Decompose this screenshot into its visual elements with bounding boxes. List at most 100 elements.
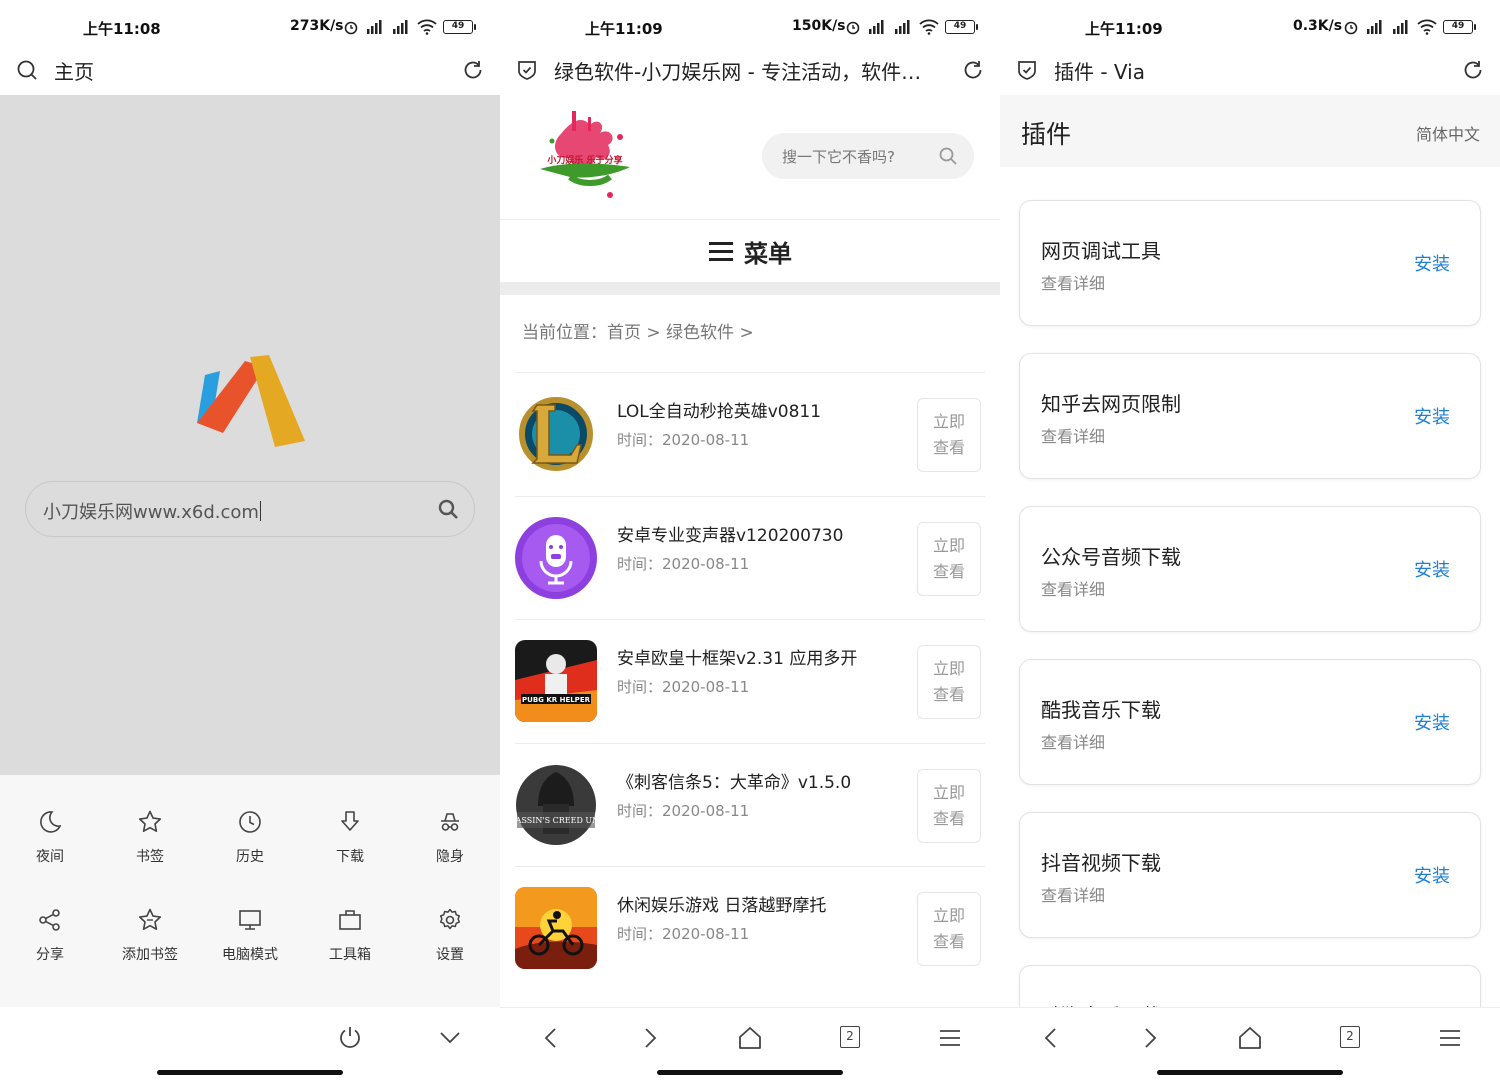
site-menu-toggle[interactable]: 菜单: [500, 220, 1000, 282]
plugin-card[interactable]: 知乎去网页限制 查看详细 安装: [1019, 353, 1481, 479]
list-item[interactable]: LOL全自动秒抢英雄v0811 时间：2020-08-11 立即 查看: [515, 372, 985, 496]
forward-icon[interactable]: [1136, 1024, 1164, 1052]
reload-icon[interactable]: [1461, 58, 1485, 82]
gesture-bar[interactable]: [1157, 1070, 1343, 1075]
list-item[interactable]: 休闲娱乐游戏 日落越野摩托 时间：2020-08-11 立即 查看: [515, 866, 985, 990]
home-search-field[interactable]: 小刀娱乐网www.x6d.com: [25, 481, 475, 537]
item-title[interactable]: LOL全自动秒抢英雄v0811: [617, 397, 821, 422]
list-item[interactable]: ASSASSIN'S CREED UNITY 《刺客信条5：大革命》v1.5.0…: [515, 742, 985, 867]
gesture-bar[interactable]: [157, 1070, 343, 1075]
menu-label: 隐身: [436, 849, 464, 865]
button-label: 立即: [932, 535, 965, 555]
view-now-button[interactable]: 立即 查看: [917, 521, 981, 596]
view-details-link[interactable]: 查看详细: [1041, 729, 1105, 753]
back-icon[interactable]: [1037, 1024, 1065, 1052]
item-title[interactable]: 安卓欧皇十框架v2.31 应用多开: [617, 644, 857, 669]
plugins-panel: 上午11:09 0.3K/s 49 插件 - Via 插件 简体中文 网页调试工…: [1000, 0, 1500, 1083]
menu-icon[interactable]: [936, 1024, 964, 1052]
app-thumbnail[interactable]: PUBG KR HELPER: [515, 640, 597, 722]
app-thumbnail[interactable]: ASSASSIN'S CREED UNITY: [515, 763, 597, 846]
item-title[interactable]: 《刺客信条5：大革命》v1.5.0: [617, 768, 851, 793]
menu-desktop-mode[interactable]: 电脑模式: [200, 907, 300, 965]
menu-icon[interactable]: [1436, 1024, 1464, 1052]
alarm-icon: [846, 21, 860, 35]
menu-bookmarks[interactable]: 书签: [100, 809, 200, 867]
menu-night-mode[interactable]: 夜间: [0, 809, 100, 867]
page-title[interactable]: 主页: [54, 56, 439, 85]
address-bar[interactable]: 主页: [0, 50, 500, 95]
menu-share[interactable]: 分享: [0, 907, 100, 965]
address-bar[interactable]: 插件 - Via: [1000, 50, 1500, 95]
view-details-link[interactable]: 查看详细: [1041, 270, 1105, 294]
app-thumbnail[interactable]: [515, 887, 597, 969]
plugin-name: 公众号音频下载: [1041, 545, 1181, 569]
menu-history[interactable]: 历史: [200, 809, 300, 867]
search-icon[interactable]: [938, 146, 958, 166]
plugin-card[interactable]: 酷我音乐下载 查看详细 安装: [1019, 659, 1481, 785]
search-icon[interactable]: [437, 498, 459, 520]
power-icon[interactable]: [337, 1024, 363, 1050]
plugin-card[interactable]: 抖音视频下载 查看详细 安装: [1019, 812, 1481, 938]
home-icon[interactable]: [1236, 1024, 1264, 1052]
tabs-button[interactable]: 2: [1340, 1026, 1360, 1048]
install-button[interactable]: 安装: [1414, 250, 1450, 276]
back-icon[interactable]: [537, 1024, 565, 1052]
plugin-list: 网页调试工具 查看详细 安装 知乎去网页限制 查看详细 安装 公众号音频下载 查…: [1019, 200, 1481, 1083]
chevron-down-icon[interactable]: [437, 1024, 463, 1050]
tabs-button[interactable]: 2: [840, 1026, 860, 1048]
home-icon[interactable]: [736, 1024, 764, 1052]
assassins-creed-icon: ASSASSIN'S CREED UNITY: [515, 763, 597, 846]
gesture-bar[interactable]: [657, 1070, 843, 1075]
menu-incognito[interactable]: 隐身: [400, 809, 500, 867]
button-label: 查看: [932, 808, 965, 828]
language-selector[interactable]: 简体中文: [1416, 121, 1480, 145]
forward-icon[interactable]: [636, 1024, 664, 1052]
view-details-link[interactable]: 查看详细: [1041, 576, 1105, 600]
breadcrumb[interactable]: 当前位置：首页 > 绿色软件 >: [522, 318, 754, 343]
view-now-button[interactable]: 立即 查看: [917, 768, 981, 843]
search-placeholder[interactable]: 搜一下它不香吗?: [782, 146, 895, 167]
page-title[interactable]: 插件 - Via: [1054, 56, 1439, 85]
signal-icon: [869, 20, 884, 34]
site-logo[interactable]: 小刀娱乐 乐于分享: [530, 107, 640, 207]
pubg-helper-icon: PUBG KR HELPER: [515, 640, 597, 722]
item-title[interactable]: 休闲娱乐游戏 日落越野摩托: [617, 891, 826, 916]
list-item[interactable]: PUBG KR HELPER 安卓欧皇十框架v2.31 应用多开 时间：2020…: [515, 619, 985, 743]
menu-downloads[interactable]: 下载: [300, 809, 400, 867]
menu-settings[interactable]: 设置: [400, 907, 500, 965]
button-label: 立即: [932, 659, 965, 678]
page-title[interactable]: 绿色软件-小刀娱乐网 - 专注活动，软件…: [554, 56, 939, 85]
search-input-value[interactable]: 小刀娱乐网www.x6d.com: [43, 502, 259, 523]
menu-add-bookmark[interactable]: 添加书签: [100, 907, 200, 965]
plugin-card[interactable]: 网页调试工具 查看详细 安装: [1019, 200, 1481, 326]
install-button[interactable]: 安装: [1414, 862, 1450, 888]
site-header: 小刀娱乐 乐于分享 搜一下它不香吗?: [500, 95, 1000, 220]
item-title[interactable]: 安卓专业变声器v120200730: [617, 521, 843, 546]
via-logo: [197, 355, 305, 447]
view-details-link[interactable]: 查看详细: [1041, 882, 1105, 906]
shield-check-icon[interactable]: [1015, 58, 1039, 82]
app-thumbnail[interactable]: [515, 393, 597, 475]
menu-toolbox[interactable]: 工具箱: [300, 907, 400, 965]
view-details-link[interactable]: 查看详细: [1041, 423, 1105, 447]
sunset-bike-icon: [515, 887, 597, 969]
battery-icon: 49: [1443, 20, 1476, 34]
incognito-icon: [441, 813, 459, 831]
plugin-card[interactable]: 公众号音频下载 查看详细 安装: [1019, 506, 1481, 632]
view-now-button[interactable]: 立即 查看: [917, 398, 981, 472]
address-bar[interactable]: 绿色软件-小刀娱乐网 - 专注活动，软件…: [500, 50, 1000, 95]
view-now-button[interactable]: 立即 查看: [917, 892, 981, 966]
divider: [500, 282, 1000, 295]
app-thumbnail[interactable]: [515, 516, 597, 599]
reload-icon[interactable]: [961, 58, 985, 82]
site-search-field[interactable]: 搜一下它不香吗?: [762, 133, 974, 179]
install-button[interactable]: 安装: [1414, 403, 1450, 429]
shield-check-icon[interactable]: [515, 58, 539, 82]
view-now-button[interactable]: 立即 查看: [917, 645, 981, 719]
install-button[interactable]: 安装: [1414, 709, 1450, 735]
list-item[interactable]: 安卓专业变声器v120200730 时间：2020-08-11 立即 查看: [515, 495, 985, 620]
signal-icon: [1393, 20, 1408, 34]
install-button[interactable]: 安装: [1414, 556, 1450, 582]
plugin-name: 知乎去网页限制: [1041, 392, 1181, 416]
reload-icon[interactable]: [461, 58, 485, 82]
